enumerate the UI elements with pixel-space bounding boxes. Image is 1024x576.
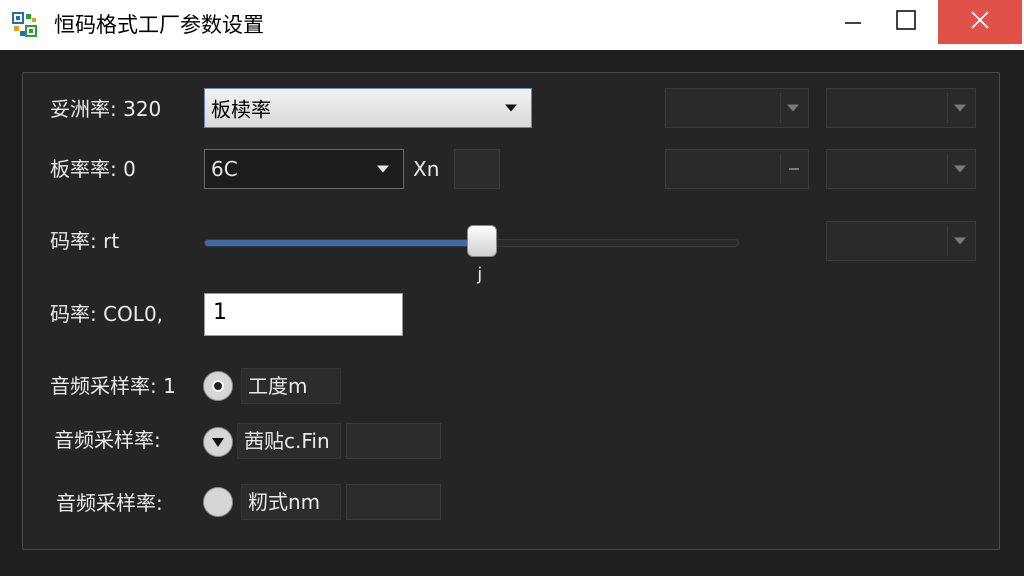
- bitrate-slider-fill: [205, 240, 484, 246]
- combo-separator: [947, 154, 948, 184]
- close-button[interactable]: [938, 0, 1022, 44]
- radio-option-1[interactable]: [203, 371, 233, 401]
- bitrate-label: 妥洲率: 320: [50, 97, 162, 121]
- chevron-down-icon: [787, 104, 799, 112]
- window-title: 恒码格式工厂参数设置: [54, 13, 264, 37]
- chevron-down-icon: [505, 104, 517, 112]
- title-bar: 恒码格式工厂参数设置: [0, 0, 1024, 50]
- option-2-extra-box[interactable]: [346, 423, 441, 459]
- close-icon: [971, 11, 989, 29]
- bitrate-slider-thumb[interactable]: [467, 225, 498, 257]
- chevron-down-icon: [377, 165, 389, 173]
- combo-separator: [780, 93, 781, 123]
- option-1-button[interactable]: 工度m: [241, 368, 341, 404]
- disabled-combo-4[interactable]: [826, 149, 976, 189]
- radio-option-2[interactable]: [203, 427, 233, 457]
- disabled-combo-3[interactable]: [665, 149, 809, 189]
- rate-extra-box[interactable]: [454, 149, 500, 189]
- minimize-icon: [845, 22, 861, 24]
- minimize-button[interactable]: [830, 0, 876, 44]
- format-combo-value: 板椟率: [211, 97, 271, 122]
- minus-icon: [789, 168, 799, 170]
- app-icon: [12, 12, 38, 38]
- combo-separator: [947, 93, 948, 123]
- option-3-extra-box[interactable]: [346, 484, 441, 520]
- combo-separator: [947, 226, 948, 256]
- radio-selected-dot: [212, 380, 224, 392]
- chevron-down-icon: [954, 237, 966, 245]
- audio-rate-label-2: 音频采样率:: [54, 428, 161, 452]
- rate-label: 板率率: 0: [50, 157, 136, 181]
- chevron-down-icon: [954, 165, 966, 173]
- rate-suffix: Xn: [413, 157, 440, 181]
- rate-combo[interactable]: 6C: [204, 149, 404, 189]
- slider-value-label: j: [477, 264, 483, 285]
- maximize-button[interactable]: [884, 0, 930, 44]
- input-label: 码率: COL0,: [50, 302, 164, 326]
- audio-rate-label-1: 音频采样率: 1: [50, 374, 176, 398]
- disabled-combo-1[interactable]: [665, 88, 809, 128]
- format-combo[interactable]: 板椟率: [204, 88, 532, 128]
- slider-label: 码率: rt: [50, 229, 120, 253]
- combo-separator: [780, 154, 781, 184]
- bitrate-input[interactable]: 1: [204, 293, 403, 336]
- disabled-combo-2[interactable]: [826, 88, 976, 128]
- audio-rate-label-3: 音频采样率:: [56, 491, 163, 515]
- option-3-button[interactable]: 籾式nm: [241, 484, 341, 520]
- chevron-down-icon: [954, 104, 966, 112]
- option-2-button[interactable]: 茜贴c.Fin: [237, 423, 341, 459]
- disabled-combo-5[interactable]: [826, 221, 976, 261]
- settings-group: [22, 72, 1000, 550]
- rate-combo-value: 6C: [211, 157, 238, 181]
- maximize-icon: [896, 10, 916, 30]
- radio-option-3[interactable]: [203, 487, 233, 517]
- dropdown-arrow-icon: [212, 438, 224, 447]
